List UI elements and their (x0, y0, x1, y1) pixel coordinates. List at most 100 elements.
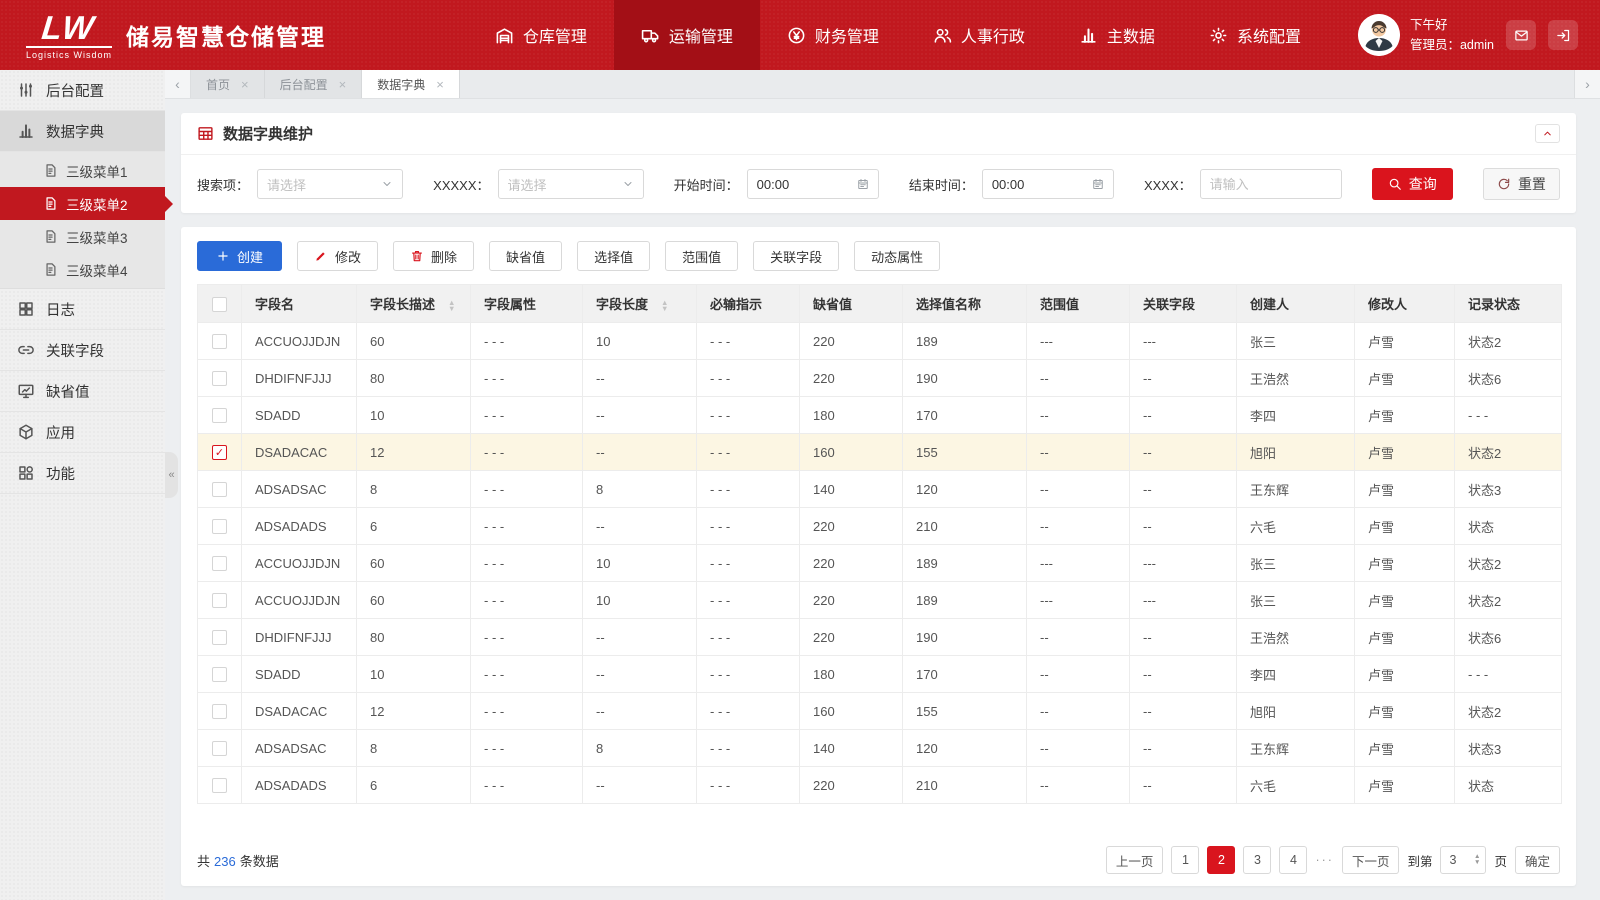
tab-close-icon[interactable]: × (339, 77, 347, 92)
table-row: DHDIFNFJJJ 80- - - -- - - -220 190 -- -- 王浩然 卢雪状… (197, 618, 1562, 656)
range-value-button[interactable]: 范围值 (665, 241, 739, 271)
prev-page-button[interactable]: 上一页 (1105, 846, 1164, 874)
logout-button[interactable] (1548, 20, 1578, 50)
row-checkbox[interactable] (212, 630, 227, 646)
nav-finance-mgmt[interactable]: 财务管理 (760, 0, 906, 70)
cell: ADSADSAC (241, 470, 357, 508)
sidebar-item-submenu-1[interactable]: 三级菜单1 (0, 154, 165, 187)
dynamic-attr-button[interactable]: 动态属性 (854, 241, 941, 271)
tab-close-icon[interactable]: × (241, 77, 249, 92)
cell: 220 (799, 359, 903, 397)
cell: - - - (470, 470, 583, 508)
cell: SDADD (241, 655, 357, 693)
sidebar-item-label: 缺省值 (46, 384, 90, 401)
page-button-2[interactable]: 2 (1207, 846, 1236, 874)
query-button[interactable]: 查询 (1371, 168, 1453, 200)
tab-backend-config[interactable]: 后台配置 × (264, 70, 363, 98)
row-checkbox[interactable] (212, 519, 227, 535)
checkbox-cell (197, 544, 242, 582)
table-row: SDADD 10- - - -- - - -180 170 -- -- 李四 卢雪 - - - (197, 655, 1562, 693)
doc-icon (43, 229, 58, 244)
row-checkbox[interactable] (212, 482, 227, 498)
filter-end-time-input[interactable] (991, 176, 1086, 192)
row-checkbox[interactable] (212, 741, 227, 757)
user-info: 下午好 管理员：admin (1410, 15, 1494, 55)
goto-page-spinner[interactable]: 3 ▲ ▼ (1440, 846, 1487, 874)
sidebar-item-logs[interactable]: 日志 (0, 289, 165, 330)
row-checkbox[interactable] (212, 445, 227, 461)
cell: 10 (582, 544, 697, 582)
select-all-checkbox[interactable] (212, 296, 227, 312)
refresh-icon (1497, 177, 1511, 191)
nav-master-data[interactable]: 主数据 (1052, 0, 1182, 70)
delete-button[interactable]: 删除 (393, 241, 475, 271)
cell: 卢雪 (1354, 729, 1455, 767)
reset-button[interactable]: 重置 (1482, 168, 1560, 200)
action-label: 创建 (237, 249, 264, 265)
table-row: DSADACAC12- - ---- - -160155----旭阳卢雪状态2 (197, 692, 1562, 730)
cube-icon (17, 423, 35, 441)
collapse-panel-button[interactable] (1535, 124, 1560, 143)
cell: --- (1026, 544, 1130, 582)
spinner-down-icon[interactable]: ▼ (1474, 859, 1480, 866)
nav-hr-admin[interactable]: 人事行政 (906, 0, 1052, 70)
related-field-button[interactable]: 关联字段 (753, 241, 840, 271)
checkbox-cell (197, 692, 242, 730)
filter-start-time-input[interactable] (756, 176, 851, 192)
sidebar-item-backend-config[interactable]: 后台配置 (0, 70, 165, 111)
tabs-scroll-left-button[interactable]: ‹ (165, 70, 191, 98)
cell: 状态2 (1454, 322, 1562, 360)
filter-label: 搜索项： (197, 177, 250, 193)
cell: 卢雪 (1354, 396, 1455, 434)
cell: - - - (470, 396, 583, 434)
nav-transport-mgmt[interactable]: 运输管理 (613, 0, 760, 70)
filter-xxxxx-select[interactable]: 请选择 (497, 169, 644, 199)
sidebar-item-functions[interactable]: 功能 (0, 453, 165, 494)
sidebar-item-default-values[interactable]: 缺省值 (0, 371, 165, 412)
row-checkbox[interactable] (212, 334, 227, 350)
filter-xxxx-input[interactable] (1209, 176, 1332, 192)
sort-icon[interactable]: ▲ ▼ (661, 298, 668, 312)
row-checkbox[interactable] (212, 556, 227, 572)
row-checkbox[interactable] (212, 408, 227, 424)
tabs-scroll-right-button[interactable]: › (1574, 70, 1600, 98)
sidebar-item-submenu-4[interactable]: 三级菜单4 (0, 253, 165, 286)
filter-xxxxx: XXXXX： 请选择 (433, 169, 644, 199)
cell: 10 (582, 581, 697, 619)
row-checkbox[interactable] (212, 593, 227, 609)
spinner-arrows-icon[interactable]: ▲ ▼ (1474, 853, 1480, 866)
confirm-button[interactable]: 确定 (1514, 846, 1560, 874)
avatar[interactable] (1357, 14, 1400, 56)
tab-data-dictionary[interactable]: 数据字典 × (362, 70, 460, 98)
page-button-3[interactable]: 3 (1243, 846, 1272, 874)
tab-close-icon[interactable]: × (436, 77, 444, 92)
page-button-1[interactable]: 1 (1171, 846, 1200, 874)
nav-system-config[interactable]: 系统配置 (1182, 0, 1328, 70)
mail-button[interactable] (1506, 20, 1536, 50)
default-value-button[interactable]: 缺省值 (489, 241, 563, 271)
sort-icon[interactable]: ▲ ▼ (448, 298, 455, 312)
filter-start-time: 开始时间： (674, 169, 879, 199)
logo[interactable]: LW Logistics Wisdom (26, 9, 113, 60)
cell: 6 (356, 766, 471, 804)
filter-search-item-select[interactable]: 请选择 (257, 169, 404, 199)
next-page-button[interactable]: 下一页 (1341, 846, 1400, 874)
sidebar-item-related-fields[interactable]: 关联字段 (0, 330, 165, 371)
sidebar-item-submenu-2[interactable]: 三级菜单2 (0, 187, 173, 220)
sidebar-collapse-handle[interactable]: « (165, 452, 178, 498)
modify-button[interactable]: 修改 (297, 241, 379, 271)
select-value-button[interactable]: 选择值 (577, 241, 651, 271)
sidebar-item-submenu-3[interactable]: 三级菜单3 (0, 220, 165, 253)
row-checkbox[interactable] (212, 778, 227, 794)
row-checkbox[interactable] (212, 667, 227, 683)
nav-warehouse-mgmt[interactable]: 仓库管理 (468, 0, 614, 70)
tab-home[interactable]: 首页 × (191, 70, 265, 98)
row-checkbox[interactable] (212, 704, 227, 720)
create-button[interactable]: 创建 (197, 241, 283, 271)
cell: 卢雪 (1354, 433, 1455, 471)
row-checkbox[interactable] (212, 371, 227, 387)
page-button-4[interactable]: 4 (1279, 846, 1308, 874)
sidebar-item-applications[interactable]: 应用 (0, 412, 165, 453)
cell: 卢雪 (1354, 581, 1455, 619)
sidebar-item-data-dictionary[interactable]: 数据字典 (0, 111, 165, 152)
